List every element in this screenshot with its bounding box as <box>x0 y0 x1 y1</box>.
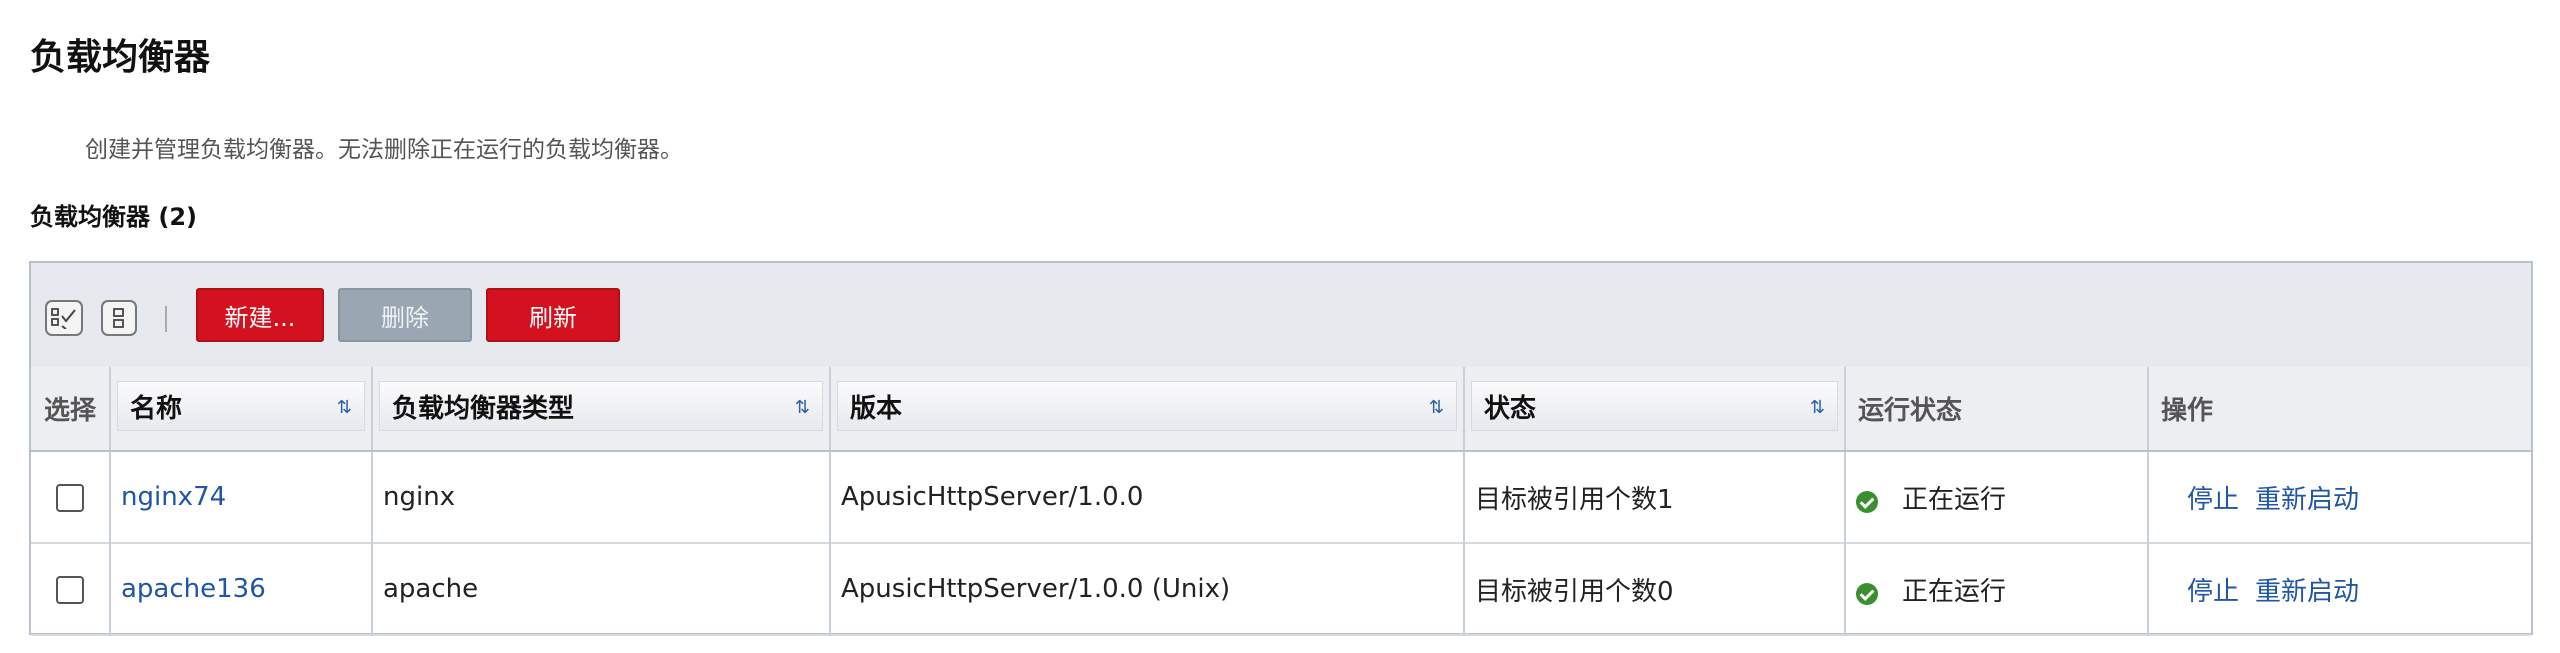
column-header-type-label: 负载均衡器类型 <box>392 393 575 424</box>
column-header-type[interactable]: 负载均衡器类型 ⇅ <box>372 367 831 452</box>
new-button[interactable]: 新建... <box>196 288 324 342</box>
load-balancer-version: ApusicHttpServer/1.0.0 <box>830 451 1465 543</box>
sort-icon[interactable]: ⇅ <box>795 397 810 418</box>
column-header-name[interactable]: 名称 ⇅ <box>110 367 373 452</box>
column-header-version[interactable]: 版本 ⇅ <box>830 367 1465 452</box>
restart-link[interactable]: 重新启动 <box>2255 577 2359 607</box>
load-balancer-name-link[interactable]: nginx74 <box>121 482 226 512</box>
sort-icon[interactable]: ⇅ <box>1429 397 1444 418</box>
load-balancer-type: apache <box>372 543 831 635</box>
load-balancer-type: nginx <box>372 451 831 543</box>
run-status-cell: 正在运行 <box>1845 543 2149 635</box>
column-header-status-label: 状态 <box>1484 393 1537 424</box>
row-select-cell <box>31 451 111 543</box>
running-status-icon <box>1856 583 1878 605</box>
row-checkbox[interactable] <box>56 575 84 604</box>
column-header-run-status: 运行状态 <box>1845 367 2149 452</box>
column-header-version-label: 版本 <box>850 393 903 424</box>
load-balancer-name-link[interactable]: apache136 <box>121 574 266 604</box>
section-title: 负载均衡器 (2) <box>30 203 197 231</box>
sort-icon[interactable]: ⇅ <box>1810 397 1825 418</box>
page-title: 负载均衡器 <box>30 37 211 78</box>
restart-link[interactable]: 重新启动 <box>2255 485 2359 515</box>
table-header-row: 选择 名称 ⇅ 负载均衡器类型 ⇅ 版本 ⇅ 状态 ⇅ 运行状态 操作 <box>31 367 2531 452</box>
row-select-cell <box>31 543 111 635</box>
running-status-icon <box>1856 491 1878 513</box>
load-balancer-table-panel: 新建... 删除 刷新 选择 名称 ⇅ 负载均衡器类型 ⇅ 版本 ⇅ 状态 ⇅ … <box>29 261 2533 635</box>
table-row: apache136 apache ApusicHttpServer/1.0.0 … <box>31 543 2531 635</box>
load-balancer-status: 目标被引用个数1 <box>1464 451 1846 543</box>
delete-button[interactable]: 删除 <box>338 288 472 342</box>
stop-link[interactable]: 停止 <box>2187 485 2239 515</box>
run-status-text: 正在运行 <box>1902 576 2007 607</box>
load-balancer-status: 目标被引用个数0 <box>1464 543 1846 635</box>
column-header-status[interactable]: 状态 ⇅ <box>1464 367 1846 452</box>
column-header-actions: 操作 <box>2148 367 2531 452</box>
deselect-all-icon[interactable] <box>101 300 137 336</box>
run-status-cell: 正在运行 <box>1845 451 2149 543</box>
run-status-text: 正在运行 <box>1902 484 2007 515</box>
page-description: 创建并管理负载均衡器。无法删除正在运行的负载均衡器。 <box>85 137 683 163</box>
sort-icon[interactable]: ⇅ <box>337 397 352 418</box>
actions-cell: 停止 重新启动 <box>2148 451 2531 543</box>
load-balancer-table: 选择 名称 ⇅ 负载均衡器类型 ⇅ 版本 ⇅ 状态 ⇅ 运行状态 操作 ngin… <box>31 367 2531 636</box>
toolbar-separator <box>165 306 167 332</box>
actions-cell: 停止 重新启动 <box>2148 543 2531 635</box>
column-header-select: 选择 <box>31 367 111 452</box>
refresh-button[interactable]: 刷新 <box>486 288 620 342</box>
table-row: nginx74 nginx ApusicHttpServer/1.0.0 目标被… <box>31 451 2531 543</box>
table-toolbar: 新建... 删除 刷新 <box>31 263 2531 369</box>
column-header-name-label: 名称 <box>130 393 183 424</box>
stop-link[interactable]: 停止 <box>2187 577 2239 607</box>
row-checkbox[interactable] <box>56 483 84 512</box>
load-balancer-version: ApusicHttpServer/1.0.0 (Unix) <box>830 543 1465 635</box>
select-all-icon[interactable] <box>45 300 83 336</box>
